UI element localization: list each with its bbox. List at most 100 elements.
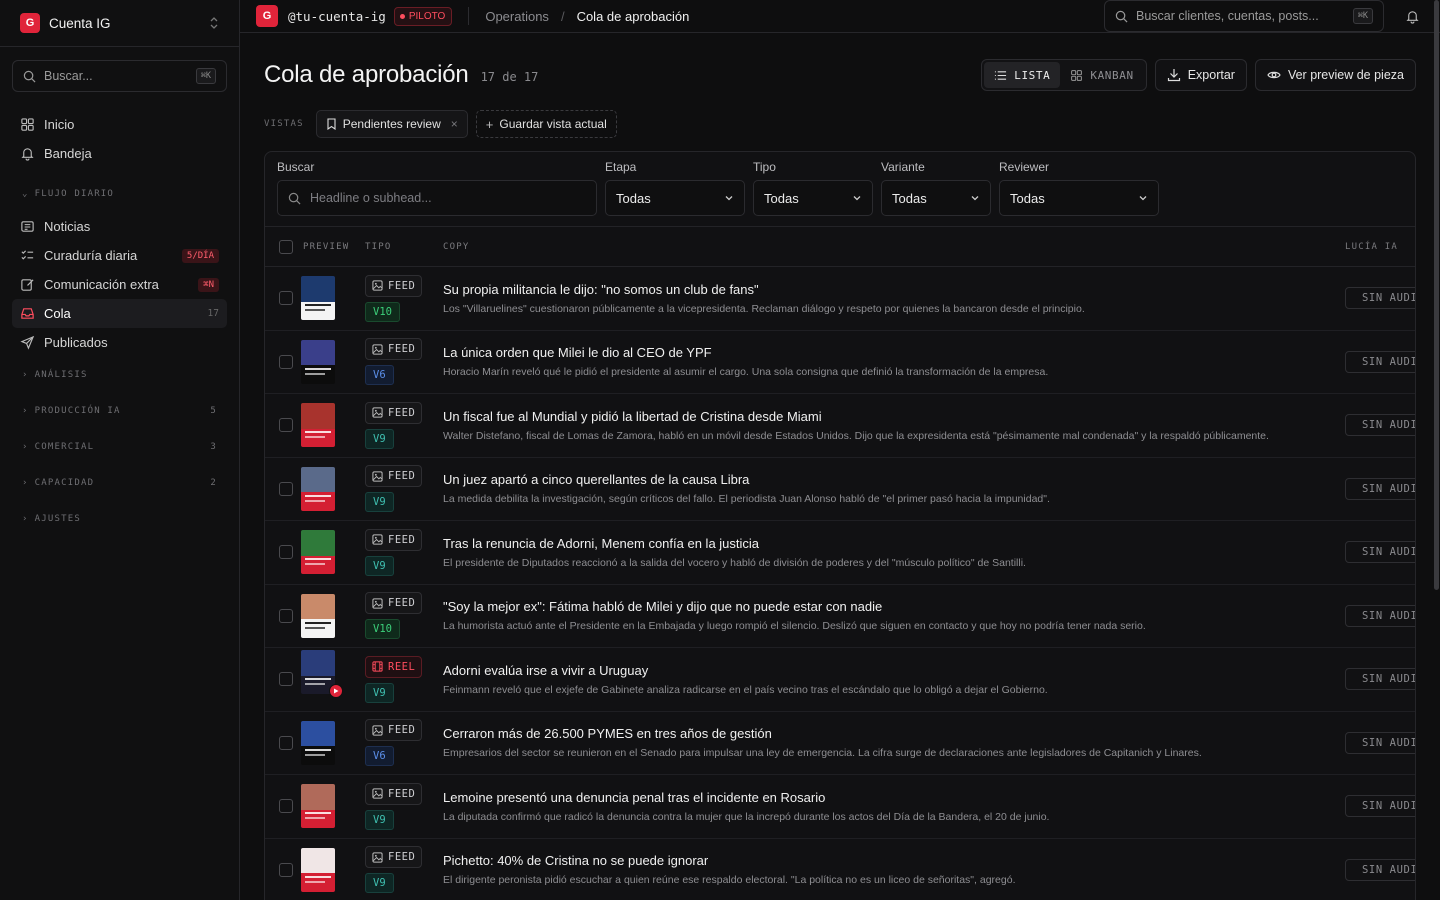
reviewer-select[interactable]: Todas [999, 180, 1159, 216]
sidebar-item-noticias[interactable]: Noticias [12, 212, 227, 241]
export-button[interactable]: Exportar [1154, 59, 1247, 91]
post-headline[interactable]: Tras la renuncia de Adorni, Menem confía… [443, 536, 1333, 551]
post-headline[interactable]: Un juez apartó a cinco querellantes de l… [443, 472, 1333, 487]
select-all-checkbox[interactable] [279, 239, 293, 254]
thumbnail-text-line [305, 304, 331, 307]
view-list-button[interactable]: LISTA [984, 62, 1061, 88]
table-row[interactable]: FEED V9 Un juez apartó a cinco querellante… [265, 458, 1415, 521]
section-flujo-diario[interactable]: ⌄ FLUJO DIARIO [12, 176, 227, 212]
column-preview[interactable]: PREVIEW [303, 242, 365, 252]
global-search[interactable]: Buscar clientes, cuentas, posts... ⌘K [1104, 0, 1384, 32]
post-headline[interactable]: Adorni evalúa irse a vivir a Uruguay [443, 663, 1333, 678]
queue-count: 17 [207, 308, 219, 319]
post-headline[interactable]: Pichetto: 40% de Cristina no se puede ig… [443, 853, 1333, 868]
post-headline[interactable]: Un fiscal fue al Mundial y pidió la libe… [443, 409, 1333, 424]
copy-cell: Pichetto: 40% de Cristina no se puede ig… [443, 853, 1345, 886]
view-kanban-button[interactable]: KANBAN [1060, 62, 1143, 88]
post-subhead: Feinmann reveló que el exjefe de Gabinet… [443, 683, 1048, 696]
tipo-select[interactable]: Todas [753, 180, 873, 216]
sidebar-item-comunicacion[interactable]: Comunicación extra ⌘N [12, 270, 227, 299]
account-handle[interactable]: @tu-cuenta-ig [288, 9, 386, 24]
section-analisis[interactable]: › ANÁLISIS [12, 357, 227, 393]
sidebar-item-curaduria[interactable]: Curaduría diaria 5/DÍA [12, 241, 227, 270]
ia-audit-badge[interactable]: SIN AUDITAR [1345, 287, 1415, 310]
post-thumbnail[interactable] [301, 339, 335, 384]
ia-audit-badge[interactable]: SIN AUDITAR [1345, 731, 1415, 754]
table-row[interactable]: FEED V9 Lemoine presentó una denuncia pena… [265, 775, 1415, 839]
post-headline[interactable]: La única orden que Milei le dio al CEO d… [443, 345, 1333, 360]
reviewer-value: Todas [1010, 190, 1045, 206]
post-thumbnail[interactable] [301, 847, 335, 892]
post-thumbnail[interactable] [301, 720, 335, 765]
section-produccion-ia[interactable]: › PRODUCCIÓN IA 5 [12, 393, 227, 429]
section-comercial[interactable]: › COMERCIAL 3 [12, 429, 227, 465]
ia-audit-badge[interactable]: SIN AUDITAR [1345, 350, 1415, 373]
scrollbar[interactable] [1432, 0, 1440, 900]
ia-audit-badge[interactable]: SIN AUDITAR [1345, 604, 1415, 627]
preview-button[interactable]: Ver preview de pieza [1254, 59, 1416, 91]
etapa-select[interactable]: Todas [605, 180, 745, 216]
post-headline[interactable]: Cerraron más de 26.500 PYMES en tres año… [443, 726, 1333, 741]
row-checkbox[interactable] [279, 354, 293, 369]
row-checkbox[interactable] [279, 862, 293, 877]
post-thumbnail[interactable] [301, 276, 335, 321]
table-row[interactable]: FEED V10 "Soy la mejor ex": Fátima habló d… [265, 585, 1415, 648]
view-chip-pendientes[interactable]: Pendientes review × [315, 110, 468, 138]
table-row[interactable]: FEED V9 Pichetto: 40% de Cristina no se pu… [265, 839, 1415, 900]
row-checkbox[interactable] [279, 672, 293, 687]
row-checkbox[interactable] [279, 608, 293, 623]
row-checkbox[interactable] [279, 799, 293, 814]
row-select-cell [265, 418, 303, 433]
image-icon [372, 534, 383, 545]
sidebar-item-bandeja[interactable]: Bandeja [12, 139, 227, 168]
sidebar-search-shortcut: ⌘K [195, 68, 216, 84]
row-checkbox[interactable] [279, 481, 293, 496]
sidebar-search[interactable]: Buscar... ⌘K [12, 60, 227, 92]
post-thumbnail[interactable] [301, 530, 335, 575]
row-select-cell [265, 608, 303, 623]
row-checkbox[interactable] [279, 735, 293, 750]
ia-audit-badge[interactable]: SIN AUDITAR [1345, 541, 1415, 564]
headline-search-input[interactable]: Headline o subhead... [277, 180, 597, 216]
post-thumbnail[interactable] [301, 403, 335, 448]
breadcrumb-parent[interactable]: Operations [485, 9, 549, 24]
ia-audit-badge[interactable]: SIN AUDITAR [1345, 668, 1415, 691]
row-checkbox[interactable] [279, 418, 293, 433]
variante-select[interactable]: Todas [881, 180, 991, 216]
column-copy[interactable]: COPY [443, 242, 1345, 252]
ia-audit-badge[interactable]: SIN AUDITAR [1345, 414, 1415, 437]
post-thumbnail[interactable] [301, 784, 335, 829]
row-checkbox[interactable] [279, 545, 293, 560]
table-row[interactable]: FEED V9 Un fiscal fue al Mundial y pidió l… [265, 394, 1415, 458]
table-row[interactable]: FEED V6 Cerraron más de 26.500 PYMES en tr… [265, 712, 1415, 775]
ia-audit-badge[interactable]: SIN AUDITAR [1345, 795, 1415, 818]
notifications-button[interactable] [1400, 4, 1424, 28]
account-switcher[interactable]: G Cuenta IG [0, 0, 239, 47]
table-row[interactable]: REEL V9 Adorni evalúa irse a vivir a Urugu… [265, 648, 1415, 712]
ia-audit-badge[interactable]: SIN AUDITAR [1345, 858, 1415, 881]
save-view-button[interactable]: + Guardar vista actual [475, 110, 617, 138]
section-capacidad[interactable]: › CAPACIDAD 2 [12, 465, 227, 501]
sidebar-item-inicio[interactable]: Inicio [12, 110, 227, 139]
ia-audit-label: SIN AUDITAR [1362, 800, 1415, 813]
chevron-down-icon [853, 196, 861, 201]
post-headline[interactable]: "Soy la mejor ex": Fátima habló de Milei… [443, 599, 1333, 614]
lucia-ia-cell: SIN AUDITAR [1345, 731, 1415, 754]
column-tipo[interactable]: TIPO [365, 242, 443, 252]
table-row[interactable]: FEED V10 Su propia militancia le dijo: "no… [265, 267, 1415, 331]
table-row[interactable]: FEED V9 Tras la renuncia de Adorni, Menem … [265, 521, 1415, 585]
section-ajustes[interactable]: › AJUSTES [12, 501, 227, 537]
post-thumbnail[interactable] [301, 593, 335, 638]
page-title: Cola de aprobación [264, 61, 469, 88]
sidebar-item-cola[interactable]: Cola 17 [12, 299, 227, 328]
post-headline[interactable]: Lemoine presentó una denuncia penal tras… [443, 790, 1333, 805]
column-lucia-ia[interactable]: LUCÍA IA [1345, 242, 1415, 252]
row-checkbox[interactable] [279, 291, 293, 306]
close-icon[interactable]: × [451, 117, 458, 131]
sidebar-item-publicados[interactable]: Publicados [12, 328, 227, 357]
post-headline[interactable]: Su propia militancia le dijo: "no somos … [443, 282, 1333, 297]
ia-audit-badge[interactable]: SIN AUDITAR [1345, 477, 1415, 500]
post-thumbnail[interactable] [301, 466, 335, 511]
table-row[interactable]: FEED V6 La única orden que Milei le dio al… [265, 331, 1415, 394]
scrollbar-thumb[interactable] [1434, 0, 1439, 590]
